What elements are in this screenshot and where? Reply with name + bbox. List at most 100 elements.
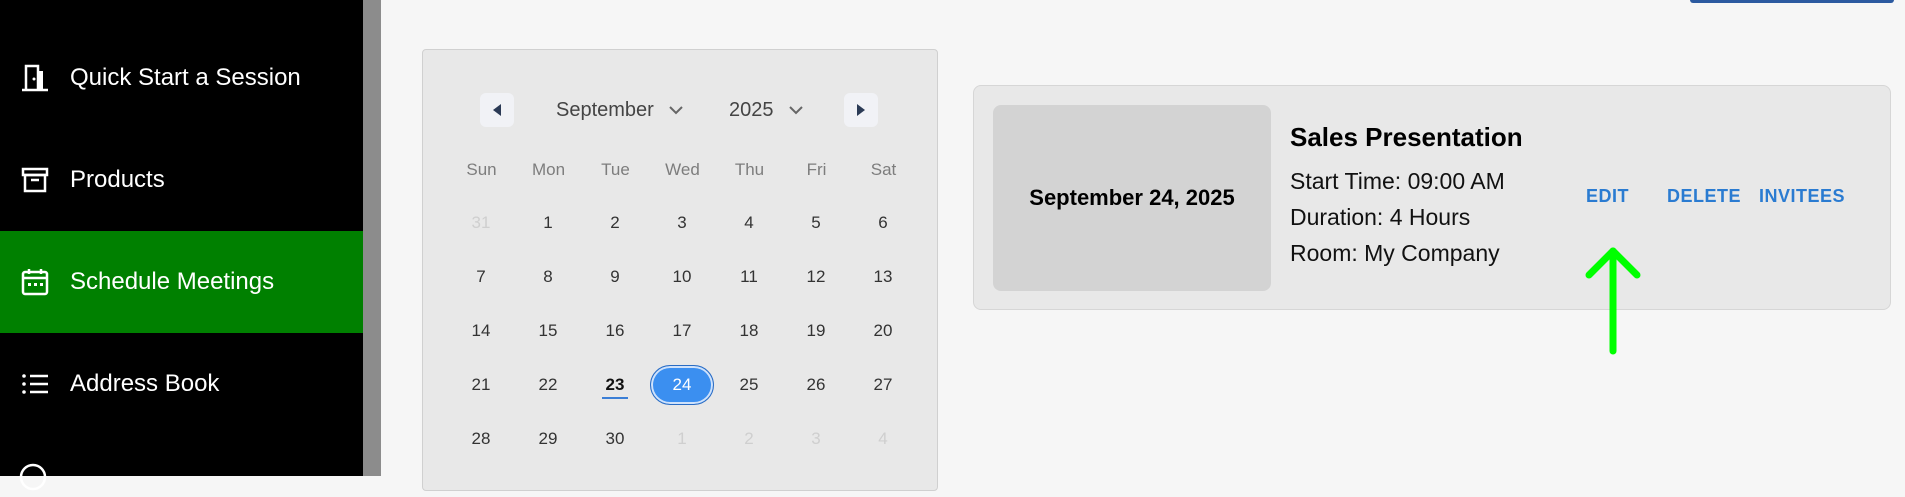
event-room: Room: My Company <box>1290 240 1500 266</box>
sidebar: Quick Start a Session Products Schedule … <box>0 0 363 491</box>
chevron-down-icon <box>788 106 803 115</box>
calendar-day[interactable]: 6 <box>851 203 915 243</box>
calendar-day-number: 25 <box>739 375 759 394</box>
weekday-label: Mon <box>531 160 566 179</box>
calendar-day[interactable]: 30 <box>583 419 647 459</box>
prev-month-button[interactable] <box>480 93 514 127</box>
month-select-value: September <box>556 98 654 121</box>
help-icon[interactable] <box>18 462 52 496</box>
event-date: September 24, 2025 <box>993 105 1271 291</box>
calendar-day-number: 4 <box>744 213 754 232</box>
calendar-day-number: 30 <box>605 429 625 448</box>
month-select[interactable]: September <box>556 93 684 127</box>
invitees-button[interactable]: INVITEES <box>1759 186 1845 207</box>
chevron-down-icon <box>669 106 683 115</box>
calendar-day[interactable]: 22 <box>516 365 580 405</box>
calendar-day[interactable]: 2 <box>717 419 781 459</box>
calendar-day-number: 21 <box>471 375 491 394</box>
calendar-day-number: 3 <box>811 429 821 448</box>
next-month-button[interactable] <box>844 93 878 127</box>
calendar-day[interactable]: 3 <box>650 203 714 243</box>
calendar-day[interactable]: 7 <box>449 257 513 297</box>
event-title: Sales Presentation <box>1290 122 1523 152</box>
sidebar-item-schedule-meetings[interactable]: Schedule Meetings <box>0 231 363 333</box>
calendar-day[interactable]: 18 <box>717 311 781 351</box>
archive-box-icon <box>18 163 52 197</box>
calendar-day[interactable]: 4 <box>851 419 915 459</box>
sidebar-item-quick-start[interactable]: Quick Start a Session <box>0 27 363 129</box>
list-icon <box>18 367 52 401</box>
event-duration: Duration: 4 Hours <box>1290 204 1471 230</box>
calendar-day[interactable]: 11 <box>717 257 781 297</box>
triangle-left-icon <box>493 104 501 116</box>
calendar-day[interactable]: 3 <box>784 419 848 459</box>
triangle-right-icon <box>857 104 865 116</box>
calendar-day-number: 10 <box>672 267 692 286</box>
calendar-day[interactable]: 16 <box>583 311 647 351</box>
sidebar-divider <box>363 0 381 476</box>
year-select[interactable]: 2025 <box>729 93 804 127</box>
event-card: September 24, 2025 Sales Presentation St… <box>973 85 1891 310</box>
calendar-day-today[interactable]: 23 <box>583 365 647 405</box>
weekday-label: Fri <box>806 160 827 179</box>
calendar-day-number: 19 <box>806 321 826 340</box>
calendar-day-number: 16 <box>605 321 625 340</box>
calendar-day-number: 14 <box>471 321 491 340</box>
sidebar-item-address-book[interactable]: Address Book <box>0 333 363 435</box>
calendar-icon <box>18 265 52 299</box>
calendar-day[interactable]: 8 <box>516 257 580 297</box>
calendar-day[interactable]: 13 <box>851 257 915 297</box>
calendar-day-number: 27 <box>873 375 893 394</box>
calendar-day[interactable]: 9 <box>583 257 647 297</box>
calendar-day[interactable]: 4 <box>717 203 781 243</box>
weekday-label: Tue <box>601 160 630 179</box>
calendar-day[interactable]: 29 <box>516 419 580 459</box>
calendar-day[interactable]: 25 <box>717 365 781 405</box>
event-start-time: Start Time: 09:00 AM <box>1290 168 1505 194</box>
calendar-day[interactable]: 14 <box>449 311 513 351</box>
calendar: September 2025 Sun Mon Tue Wed Thu Fri Sat 31 1… <box>422 49 938 491</box>
calendar-day[interactable]: 15 <box>516 311 580 351</box>
calendar-day-number: 15 <box>538 321 558 340</box>
calendar-day-number: 2 <box>744 429 754 448</box>
calendar-day-number: 1 <box>543 213 553 232</box>
calendar-day-number: 18 <box>739 321 759 340</box>
calendar-day-number: 22 <box>538 375 558 394</box>
calendar-day-number: 26 <box>806 375 826 394</box>
year-select-value: 2025 <box>729 98 774 121</box>
calendar-day[interactable]: 2 <box>583 203 647 243</box>
calendar-day[interactable]: 17 <box>650 311 714 351</box>
calendar-day-number: 24 <box>672 375 692 394</box>
calendar-day-number: 7 <box>476 267 486 286</box>
calendar-day[interactable]: 10 <box>650 257 714 297</box>
sidebar-item-label: Schedule Meetings <box>70 268 275 295</box>
edit-button[interactable]: EDIT <box>1586 186 1629 207</box>
calendar-day-selected[interactable]: 24 <box>650 365 714 405</box>
calendar-day[interactable]: 19 <box>784 311 848 351</box>
calendar-day[interactable]: 12 <box>784 257 848 297</box>
calendar-day-number: 4 <box>878 429 888 448</box>
weekday-label: Thu <box>734 160 765 179</box>
delete-button[interactable]: DELETE <box>1667 186 1741 207</box>
calendar-day[interactable]: 1 <box>516 203 580 243</box>
calendar-day[interactable]: 27 <box>851 365 915 405</box>
calendar-day-number: 11 <box>740 267 758 286</box>
sidebar-item-label: Address Book <box>70 370 220 397</box>
calendar-day-number: 1 <box>677 429 687 448</box>
calendar-day-number: 31 <box>471 213 491 232</box>
calendar-day[interactable]: 28 <box>449 419 513 459</box>
calendar-day[interactable]: 21 <box>449 365 513 405</box>
calendar-day-number: 13 <box>873 267 893 286</box>
door-icon <box>18 61 52 95</box>
weekday-label: Wed <box>665 160 700 179</box>
calendar-day[interactable]: 20 <box>851 311 915 351</box>
calendar-day[interactable]: 1 <box>650 419 714 459</box>
header-button-edge[interactable] <box>1690 0 1894 3</box>
sidebar-item-label: Quick Start a Session <box>70 64 301 91</box>
calendar-day[interactable]: 26 <box>784 365 848 405</box>
calendar-day-number: 29 <box>538 429 558 448</box>
sidebar-item-products[interactable]: Products <box>0 129 363 231</box>
calendar-day[interactable]: 31 <box>449 203 513 243</box>
calendar-day[interactable]: 5 <box>784 203 848 243</box>
calendar-day-number: 9 <box>610 267 620 286</box>
